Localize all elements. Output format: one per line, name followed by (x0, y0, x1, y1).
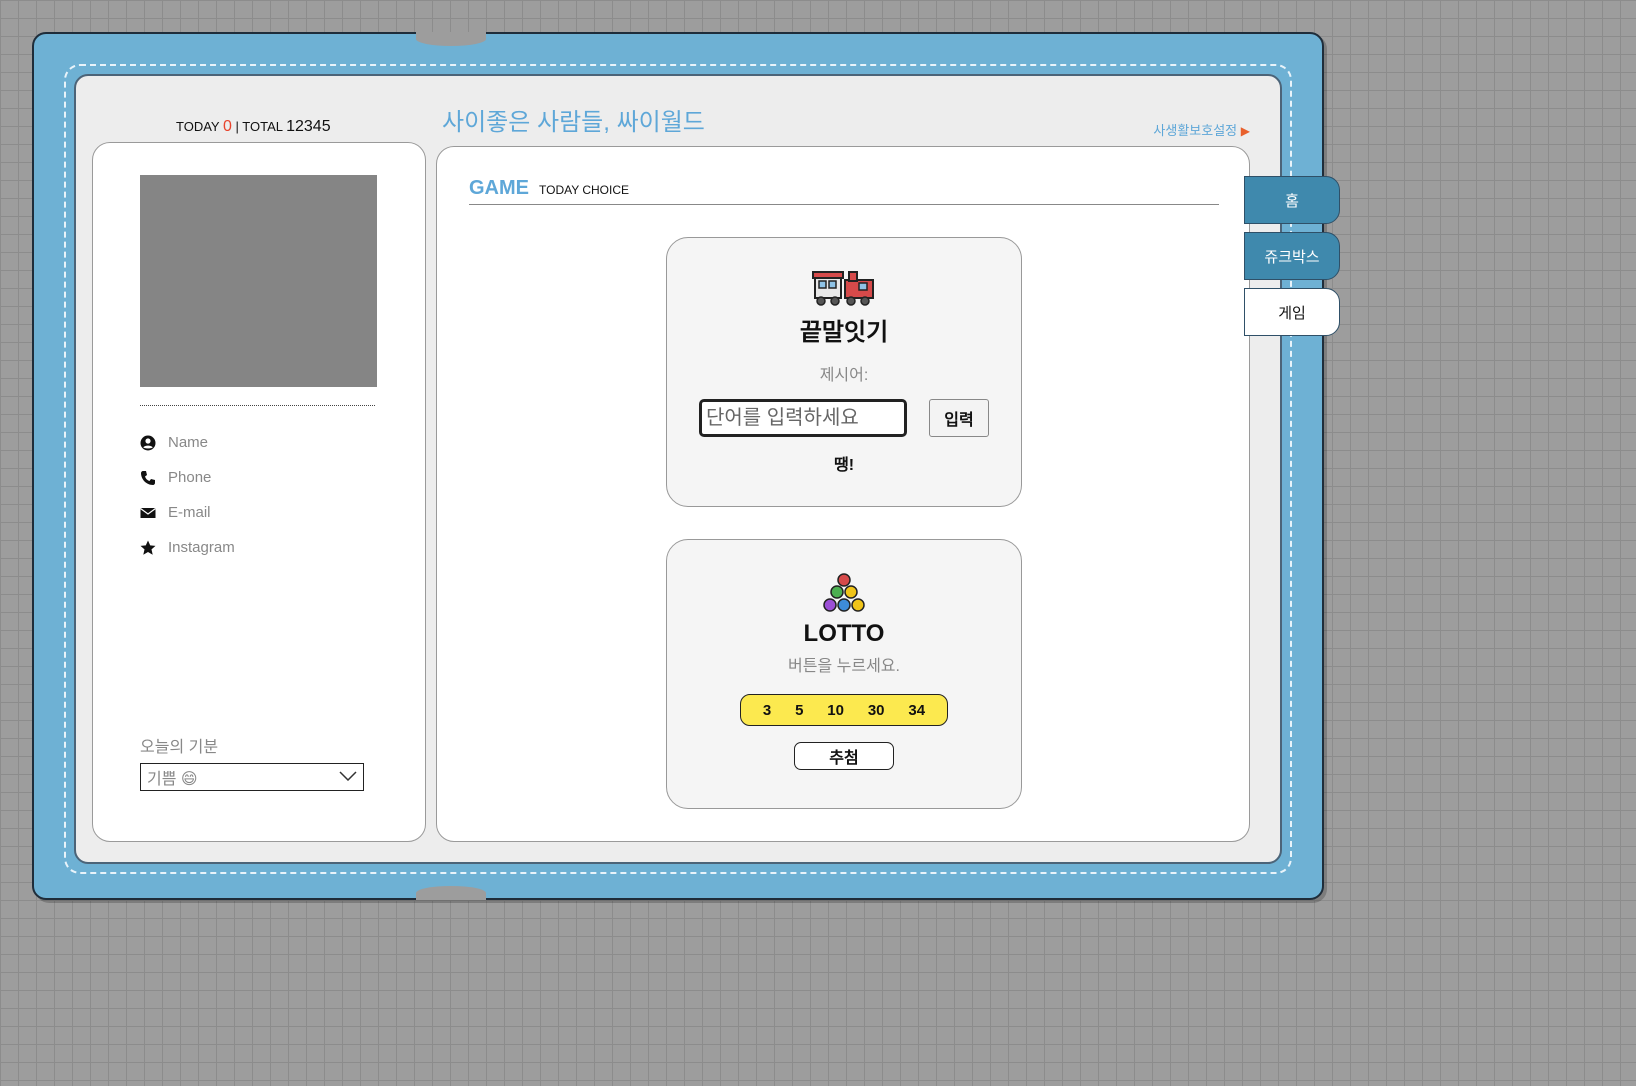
lotto-balls-icon (820, 570, 868, 618)
mood-label: 오늘의 기분 (140, 739, 219, 756)
tab-jukebox[interactable]: 쥬크박스 (1244, 232, 1340, 280)
envelope-icon (140, 505, 156, 521)
profile-field-name: Name (140, 425, 235, 460)
lotto-number: 10 (827, 701, 844, 719)
profile-photo (140, 175, 377, 387)
word-input-row: 입력 (667, 399, 1021, 437)
mood-selected-value: 기쁨 😄 (147, 771, 198, 788)
suggested-word-label: 제시어: (819, 367, 869, 384)
book-frame: TODAY 0 | TOTAL 12345 사이좋은 사람들, 싸이월드 사생활… (32, 32, 1324, 900)
book-page: TODAY 0 | TOTAL 12345 사이좋은 사람들, 싸이월드 사생활… (74, 74, 1282, 864)
profile-field-email: E-mail (140, 495, 235, 530)
site-title: 사이좋은 사람들, 싸이월드 (442, 109, 705, 136)
lotto-number: 34 (908, 701, 926, 719)
main-panel: GAME TODAY CHOICE 끝말잇기 제시어: 단어를 입력하세요 입력… (436, 146, 1250, 842)
profile-info-list: Name Phone E-mail Instagram (140, 425, 235, 565)
total-count: 12345 (286, 118, 331, 135)
profile-divider (140, 405, 375, 406)
section-subtitle: TODAY CHOICE (539, 183, 630, 197)
total-label: | TOTAL (235, 119, 283, 134)
section-header: GAME TODAY CHOICE (469, 177, 1219, 205)
profile-field-label: E-mail (168, 504, 211, 521)
profile-field-label: Instagram (168, 539, 235, 556)
word-chain-title: 끝말잇기 (799, 319, 889, 346)
chevron-down-icon (339, 768, 357, 786)
visitor-counter: TODAY 0 | TOTAL 12345 (176, 118, 331, 136)
lotto-numbers: 3 5 10 30 34 (740, 694, 948, 726)
draw-button[interactable]: 추첨 (794, 742, 894, 770)
tab-game[interactable]: 게임 (1244, 288, 1340, 336)
word-chain-card: 끝말잇기 제시어: 입력 땡! (666, 237, 1022, 507)
phone-icon (140, 470, 156, 486)
enter-button[interactable]: 입력 (929, 399, 989, 437)
word-result: 땡! (833, 457, 855, 474)
profile-panel: Name Phone E-mail Instagram 오늘의 기분 기쁨 😄 (92, 142, 426, 842)
star-icon (140, 540, 156, 556)
tab-home[interactable]: 홈 (1244, 176, 1340, 224)
word-input[interactable] (699, 399, 907, 437)
section-title: GAME (469, 177, 529, 199)
lotto-card: LOTTO 버튼을 누르세요. 3 5 10 30 34 추첨 (666, 539, 1022, 809)
profile-field-phone: Phone (140, 460, 235, 495)
today-label: TODAY (176, 119, 220, 134)
lotto-hint: 버튼을 누르세요. (788, 658, 900, 675)
profile-field-instagram: Instagram (140, 530, 235, 565)
user-circle-icon (140, 435, 156, 451)
lotto-title: LOTTO (803, 620, 885, 647)
today-count: 0 (222, 118, 232, 135)
lotto-number: 30 (867, 701, 885, 719)
play-arrow-icon: ▶ (1240, 124, 1250, 138)
mood-select[interactable]: 기쁨 😄 (140, 763, 364, 791)
lotto-number: 3 (762, 701, 772, 719)
profile-field-label: Name (168, 434, 209, 451)
train-icon (811, 268, 877, 308)
book-spine-notch-bottom (416, 886, 486, 900)
privacy-settings-link[interactable]: 사생활보호설정 ▶ (1153, 120, 1250, 139)
lotto-number: 5 (795, 701, 804, 719)
profile-field-label: Phone (168, 469, 212, 486)
privacy-settings-label: 사생활보호설정 (1153, 123, 1238, 138)
book-spine-notch-top (416, 32, 486, 46)
